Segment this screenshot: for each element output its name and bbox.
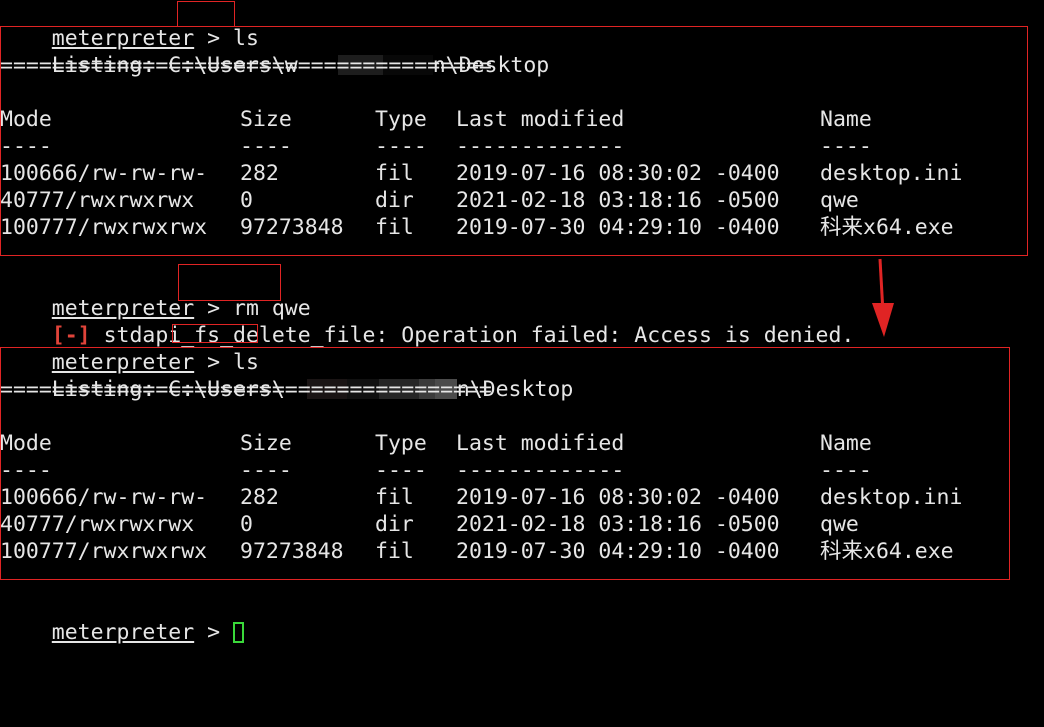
terminal-window[interactable]: meterpreter > ls Listing: C:\Users\w n\De… (0, 0, 1044, 645)
annotation-box-command-ls (177, 1, 235, 27)
cursor-block[interactable] (233, 622, 245, 643)
prompt-line[interactable]: meterpreter > (0, 592, 245, 645)
arrow-down-icon (872, 258, 894, 337)
error-line: [-] stdapi_fs_delete_file: Operation fai… (0, 295, 855, 348)
prompt-word: meterpreter (51, 620, 195, 645)
annotation-box-listing-after (0, 347, 1010, 580)
annotation-box-listing-before (0, 26, 1028, 256)
prompt-symbol: > (207, 620, 221, 645)
annotation-box-command-ls-second (172, 324, 258, 343)
